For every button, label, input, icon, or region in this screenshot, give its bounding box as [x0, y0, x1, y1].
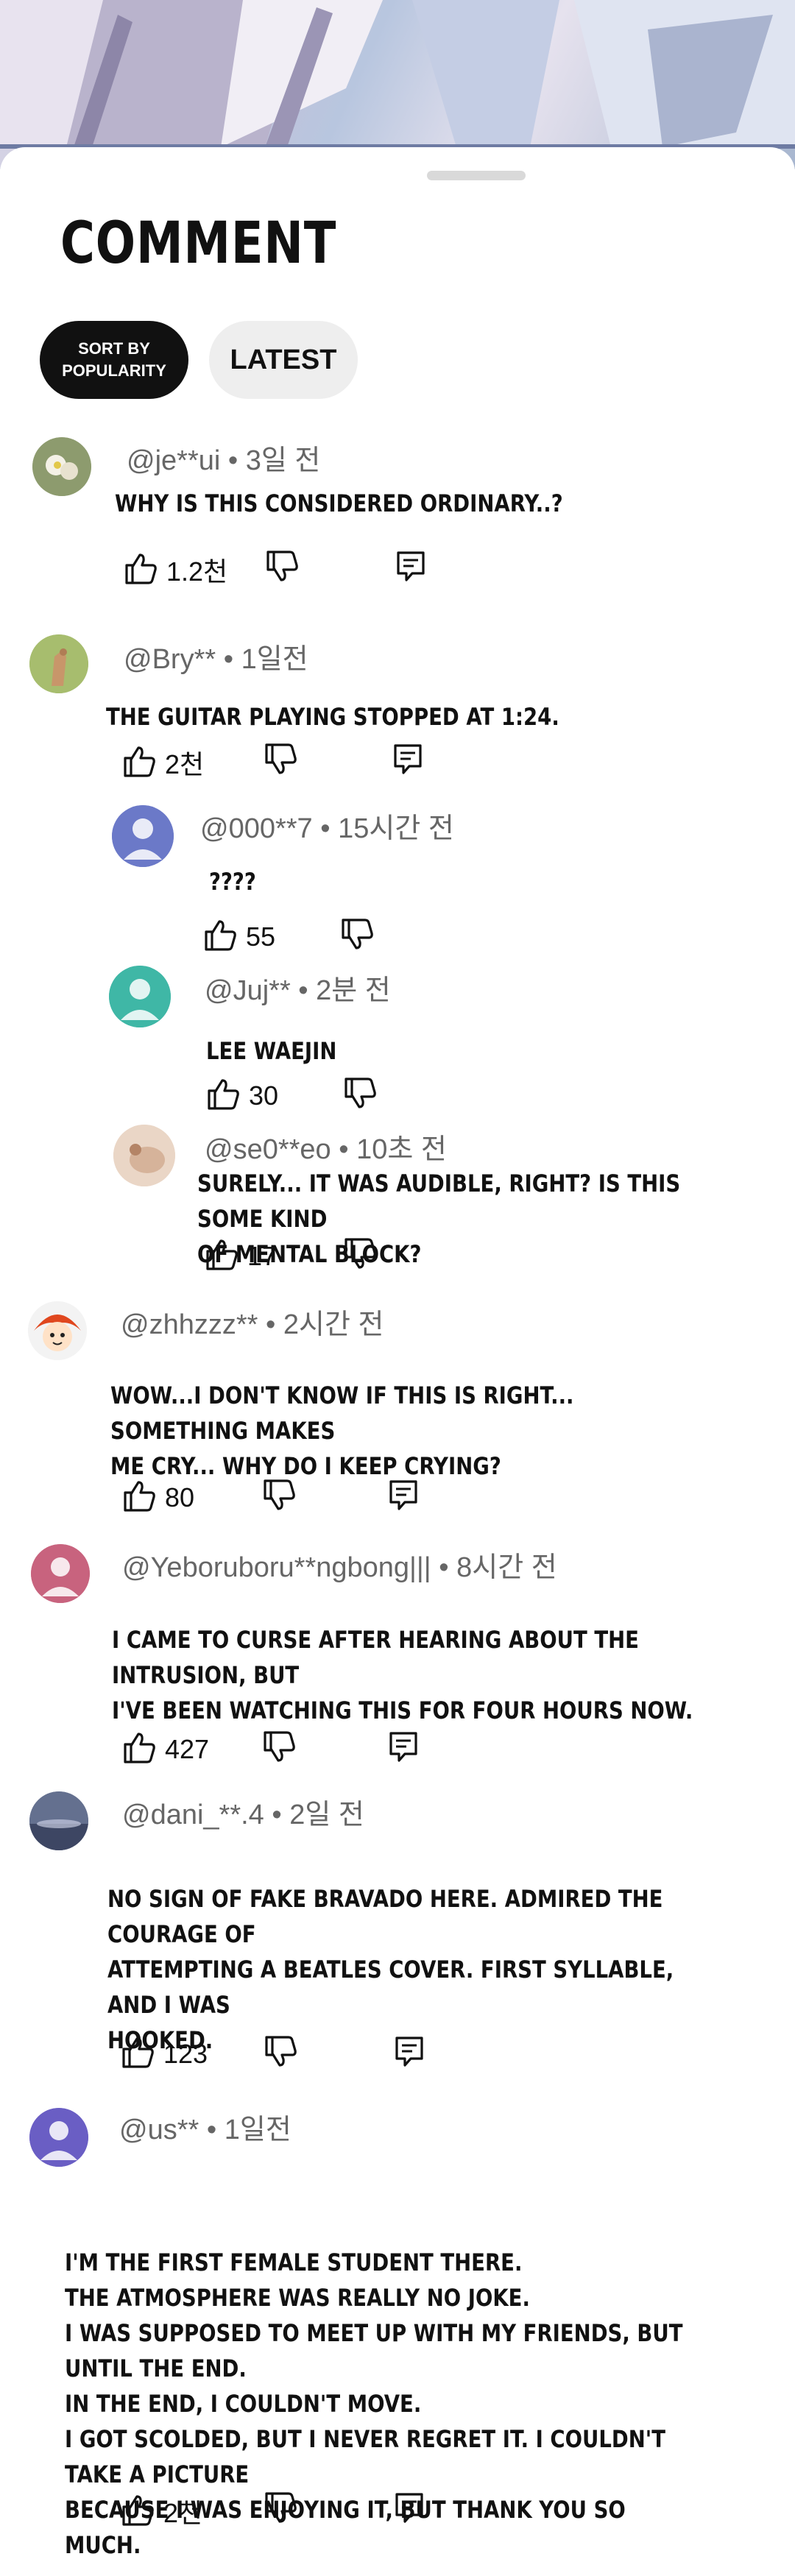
- reply-icon: [395, 2036, 424, 2072]
- dislike-button[interactable]: [262, 1479, 296, 1515]
- comment-text: LEE WAEJIN: [206, 1037, 337, 1065]
- comment-text: I CAME TO CURSE AFTER HEARING ABOUT THE …: [112, 1626, 693, 1724]
- reply-button[interactable]: [395, 2492, 424, 2528]
- comment-author[interactable]: @je**ui • 3일 전: [127, 437, 320, 478]
- thumb-down-icon: [343, 1238, 377, 1274]
- thumb-down-icon: [343, 1078, 377, 1114]
- thumb-down-icon: [264, 2036, 297, 2072]
- like-button[interactable]: 1.2천: [124, 551, 227, 589]
- like-count: 80: [165, 1482, 195, 1512]
- avatar[interactable]: [109, 966, 171, 1027]
- avatar-cartoon-image: [28, 1301, 87, 1360]
- comment-author[interactable]: @dani_**.4 • 2일 전: [122, 1791, 364, 1832]
- thumb-down-icon: [264, 743, 297, 779]
- like-count: 17: [247, 1240, 278, 1271]
- like-button[interactable]: 2천: [121, 2492, 202, 2530]
- dislike-button[interactable]: [343, 1078, 377, 1114]
- sort-popularity-button[interactable]: SORT BY POPULARITY: [40, 321, 188, 399]
- like-count: 2천: [165, 749, 205, 779]
- comment-author[interactable]: @se0**eo • 10초 전: [205, 1126, 447, 1167]
- comment-text: ????: [209, 868, 256, 896]
- avatar[interactable]: [113, 1125, 175, 1186]
- default-avatar-icon: [29, 2108, 88, 2167]
- sort-latest-button[interactable]: LATEST: [209, 321, 358, 399]
- like-button[interactable]: 427: [122, 1731, 209, 1767]
- thumb-down-icon: [262, 1731, 296, 1767]
- avatar[interactable]: [29, 1791, 88, 1850]
- comment-text: WHY IS THIS CONSIDERED ORDINARY..?: [115, 489, 563, 517]
- avatar[interactable]: [29, 2108, 88, 2167]
- thumb-down-icon: [262, 1479, 296, 1515]
- thumb-up-icon: [122, 1479, 156, 1515]
- avatar[interactable]: [28, 1301, 87, 1360]
- like-button[interactable]: 30: [206, 1078, 278, 1114]
- reply-icon: [396, 551, 425, 587]
- avatar-flower-image: [32, 437, 91, 496]
- like-count: 1.2천: [166, 556, 228, 587]
- like-count: 2천: [163, 2498, 203, 2528]
- comment-text: NO SIGN OF FAKE BRAVADO HERE. ADMIRED TH…: [107, 1885, 674, 2054]
- comment-author[interactable]: @Bry** • 1일전: [124, 636, 308, 676]
- thumb-down-icon: [265, 551, 299, 587]
- thumb-up-icon: [122, 1731, 156, 1767]
- avatar-landscape-image: [29, 1791, 88, 1850]
- comment-author[interactable]: @Juj** • 2분 전: [205, 967, 391, 1008]
- default-avatar-icon: [31, 1544, 90, 1603]
- sheet-drag-handle[interactable]: [427, 171, 526, 180]
- thumb-down-icon: [340, 919, 374, 955]
- like-button[interactable]: 2천: [122, 743, 204, 782]
- comment-author[interactable]: @Yeboruboru**ngbong||| • 8시간 전: [122, 1544, 557, 1585]
- like-button[interactable]: 123: [121, 2036, 208, 2072]
- default-avatar-icon: [109, 966, 171, 1027]
- dislike-button[interactable]: [264, 2036, 297, 2072]
- reply-icon: [389, 1479, 418, 1515]
- reply-button[interactable]: [395, 2036, 424, 2072]
- thumb-up-icon: [121, 2036, 155, 2072]
- dislike-button[interactable]: [262, 1731, 296, 1767]
- avatar[interactable]: [32, 437, 91, 496]
- comment-author[interactable]: @000**7 • 15시간 전: [200, 805, 454, 846]
- dislike-button[interactable]: [340, 919, 374, 955]
- thumb-up-icon: [206, 1078, 240, 1114]
- comment-text: WOW...I DON'T KNOW IF THIS IS RIGHT... S…: [110, 1381, 574, 1480]
- comment-author[interactable]: @us** • 1일전: [119, 2106, 292, 2147]
- reply-button[interactable]: [389, 1731, 418, 1767]
- comment-author[interactable]: @zhhzzz** • 2시간 전: [121, 1301, 384, 1342]
- thumb-up-icon: [122, 745, 156, 781]
- like-button[interactable]: 17: [205, 1238, 277, 1274]
- reply-button[interactable]: [393, 743, 423, 779]
- sort-popularity-label: SORT BY POPULARITY: [62, 339, 166, 380]
- dislike-button[interactable]: [264, 743, 297, 779]
- like-count: 30: [249, 1080, 279, 1111]
- dislike-button[interactable]: [265, 551, 299, 587]
- hero-artwork: [0, 0, 795, 169]
- page-title: COMMENT: [60, 210, 337, 277]
- sort-latest-label: LATEST: [230, 344, 337, 375]
- avatar[interactable]: [112, 805, 174, 867]
- default-avatar-icon: [112, 805, 174, 867]
- thumb-up-icon: [124, 552, 158, 588]
- thumb-up-icon: [205, 1238, 239, 1274]
- like-count: 123: [163, 2038, 208, 2069]
- reply-icon: [395, 2492, 424, 2528]
- avatar[interactable]: [31, 1544, 90, 1603]
- thumb-up-icon: [121, 2494, 155, 2530]
- reply-icon: [393, 743, 423, 779]
- thumb-up-icon: [203, 919, 237, 955]
- artwork-image: [0, 0, 795, 149]
- thumb-down-icon: [264, 2492, 297, 2528]
- like-button[interactable]: 80: [122, 1479, 194, 1515]
- like-count: 55: [246, 921, 276, 952]
- comment-text: THE GUITAR PLAYING STOPPED AT 1:24.: [106, 703, 559, 731]
- dislike-button[interactable]: [343, 1238, 377, 1274]
- avatar-animal-image: [29, 634, 88, 693]
- like-button[interactable]: 55: [203, 919, 275, 955]
- like-count: 427: [165, 1733, 210, 1764]
- reply-button[interactable]: [396, 551, 425, 587]
- avatar-photo-image: [113, 1125, 175, 1186]
- reply-icon: [389, 1731, 418, 1767]
- avatar[interactable]: [29, 634, 88, 693]
- reply-button[interactable]: [389, 1479, 418, 1515]
- dislike-button[interactable]: [264, 2492, 297, 2528]
